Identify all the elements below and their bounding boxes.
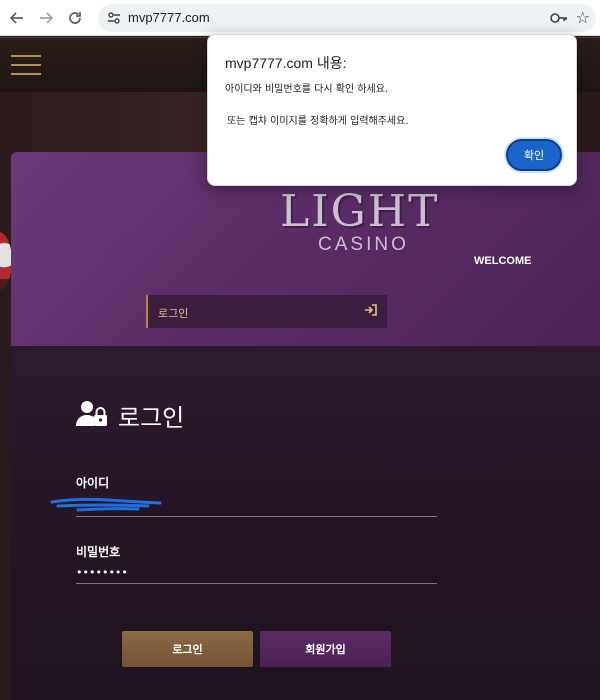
password-value: •••••••• <box>76 566 128 579</box>
redaction-scribble <box>50 497 162 512</box>
key-icon[interactable] <box>550 10 568 26</box>
logo-text-casino: CASINO <box>318 234 409 255</box>
hamburger-menu-icon[interactable] <box>11 55 41 77</box>
signup-button[interactable]: 회원가입 <box>260 631 391 667</box>
alert-dialog: mvp7777.com 내용: 아이디와 비밀번호를 다시 확인 하세요. 또는… <box>207 34 577 186</box>
top-login-label: 로그인 <box>158 307 189 320</box>
forward-button[interactable] <box>35 7 57 29</box>
top-login-button[interactable]: 로그인 <box>146 295 387 328</box>
dialog-message-line2: 또는 캡챠 이미지를 정확하게 입력해주세요. <box>227 116 409 127</box>
logo-text-light: LIGHT <box>280 186 440 237</box>
welcome-text: WELCOME <box>474 255 532 267</box>
form-title: 로그인 <box>118 404 185 432</box>
sign-in-icon <box>364 304 377 319</box>
reload-button[interactable] <box>64 7 86 29</box>
user-lock-icon <box>76 401 107 426</box>
arrow-right-icon <box>40 12 53 24</box>
url-text[interactable]: mvp7777.com <box>128 10 210 25</box>
address-bar[interactable]: mvp7777.com ☆ <box>98 4 596 32</box>
id-input[interactable] <box>76 516 437 517</box>
dialog-title: mvp7777.com 내용: <box>225 55 347 71</box>
dialog-message-line1: 아이디와 비밀번호를 다시 확인 하세요. <box>225 84 389 95</box>
arrow-left-icon <box>10 12 23 24</box>
login-button[interactable]: 로그인 <box>122 631 253 667</box>
bookmark-star-icon[interactable]: ☆ <box>576 8 590 27</box>
site-settings-icon[interactable] <box>106 10 122 26</box>
browser-toolbar: mvp7777.com ☆ <box>0 0 600 36</box>
back-button[interactable] <box>6 7 28 29</box>
id-label: 아이디 <box>76 476 110 490</box>
reload-icon <box>69 12 81 24</box>
password-label: 비밀번호 <box>76 545 121 559</box>
password-input[interactable] <box>76 583 437 584</box>
dialog-ok-button[interactable]: 확인 <box>506 139 562 171</box>
